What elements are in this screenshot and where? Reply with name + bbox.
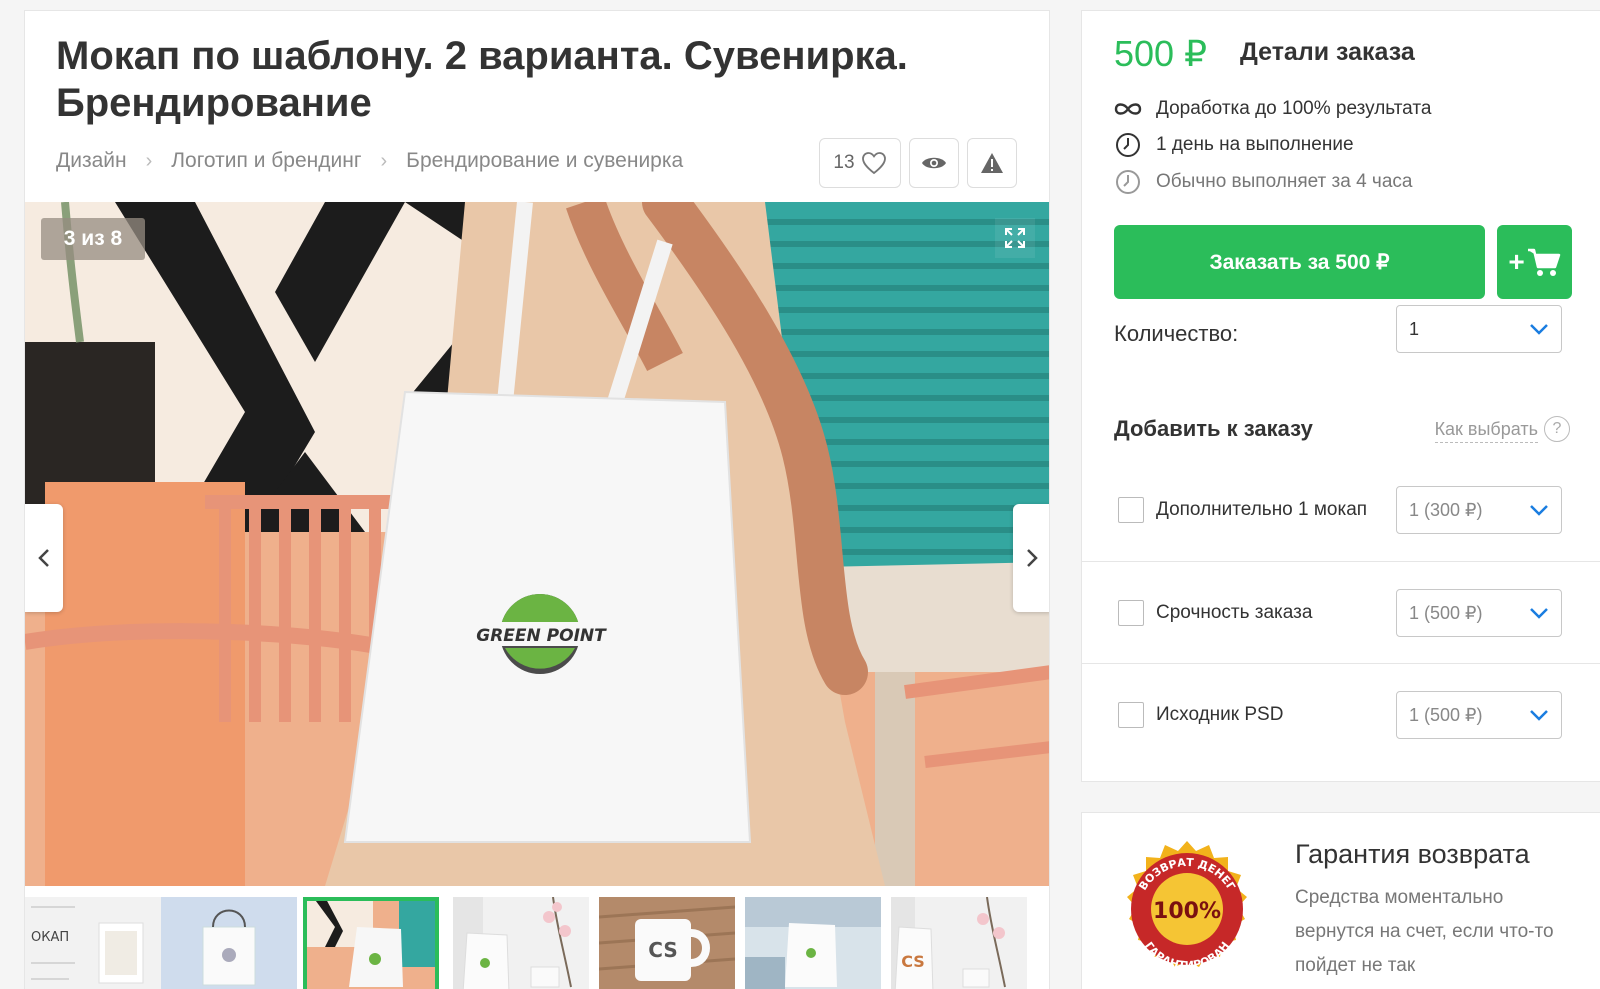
thumbnail-text: ОКАП <box>31 930 69 945</box>
chevron-down-icon <box>1530 324 1548 335</box>
thumbnail[interactable]: CS <box>891 897 1027 989</box>
addon-select-value: 1 (500 ₽) <box>1409 704 1483 725</box>
report-button[interactable] <box>967 138 1017 188</box>
like-button[interactable]: 13 <box>819 138 901 188</box>
product-image: GREEN POINT <box>25 202 1049 886</box>
listing-actions: 13 <box>819 138 1017 188</box>
addon-label: Дополнительно 1 мокап <box>1156 499 1368 520</box>
addons-title: Добавить к заказу <box>1114 416 1313 441</box>
how-to-choose-link[interactable]: Как выбрать <box>1434 419 1538 443</box>
feature-text: 1 день на выполнение <box>1156 134 1354 155</box>
eye-icon <box>922 157 946 169</box>
guarantee-text: Средства моментально вернутся на счет, е… <box>1295 887 1554 976</box>
thumbnail-image <box>453 897 589 989</box>
money-back-seal-icon: ВОЗВРАТ ДЕНЕГ 100% ГАРАНТИРОВАН <box>1127 841 1247 972</box>
addon-checkbox[interactable] <box>1118 702 1144 728</box>
heart-icon <box>861 152 886 175</box>
thumbnail[interactable]: ОКАП <box>25 897 161 989</box>
thumbnail[interactable] <box>453 897 589 989</box>
thumbnail-strip: ОКАП CS CS <box>25 897 1049 989</box>
clock-icon <box>1114 131 1142 159</box>
cart-icon <box>1527 248 1560 276</box>
expand-icon <box>1005 228 1025 248</box>
chevron-right-icon: › <box>380 149 388 172</box>
seal-center-text: 100% <box>1153 899 1221 924</box>
thumbnail[interactable] <box>161 897 297 989</box>
addon-label: Срочность заказа <box>1156 602 1313 623</box>
listing-card: Мокап по шаблону. 2 варианта. Сувенирка.… <box>24 10 1050 989</box>
quantity-label: Количество: <box>1114 321 1239 346</box>
thumbnail-image <box>303 897 439 989</box>
chevron-down-icon <box>1530 505 1548 516</box>
chevron-down-icon <box>1530 710 1548 721</box>
order-button[interactable]: Заказать за 500 ₽ <box>1114 225 1485 299</box>
addon-select[interactable]: 1 (300 ₽) <box>1396 486 1562 534</box>
guarantee-card: ВОЗВРАТ ДЕНЕГ 100% ГАРАНТИРОВАН Гарантия… <box>1081 812 1600 989</box>
thumbnail-image: ОКАП <box>25 897 161 989</box>
breadcrumb-item-branding[interactable]: Брендирование и сувенирка <box>406 149 683 173</box>
thumbnail-text: CS <box>648 938 677 962</box>
breadcrumb-item-design[interactable]: Дизайн <box>56 149 127 173</box>
plus-sign: + <box>1508 246 1525 277</box>
thumbnail-text: CS <box>901 952 925 971</box>
image-counter: 3 из 8 <box>41 218 145 260</box>
order-card: 500 ₽ Детали заказа Доработка до 100% ре… <box>1081 10 1600 782</box>
addon-row-extra-mockup: Дополнительно 1 мокап 1 (300 ₽) <box>1082 459 1600 561</box>
chevron-right-icon: › <box>145 149 153 172</box>
feature-text: Доработка до 100% результата <box>1156 98 1432 119</box>
breadcrumb: Дизайн › Логотип и брендинг › Брендирова… <box>56 149 683 173</box>
clock-icon <box>1114 168 1142 196</box>
order-details-title: Детали заказа <box>1240 38 1415 66</box>
warning-icon <box>981 153 1003 173</box>
price: 500 ₽ <box>1114 33 1207 74</box>
fullscreen-button[interactable] <box>995 218 1035 258</box>
help-icon[interactable]: ? <box>1544 416 1570 442</box>
gallery-next-button[interactable] <box>1013 504 1049 612</box>
chevron-down-icon <box>1530 608 1548 619</box>
thumbnail-image <box>745 897 881 989</box>
page-title: Мокап по шаблону. 2 варианта. Сувенирка.… <box>56 34 908 125</box>
guarantee-title: Гарантия возврата <box>1295 839 1530 869</box>
chevron-right-icon <box>1027 549 1038 567</box>
thumbnail-image <box>161 897 297 989</box>
quantity-value: 1 <box>1409 318 1420 339</box>
add-to-cart-button[interactable]: + <box>1497 225 1572 299</box>
addon-select[interactable]: 1 (500 ₽) <box>1396 691 1562 739</box>
thumbnail-image: CS <box>891 897 1027 989</box>
addon-checkbox[interactable] <box>1118 497 1144 523</box>
feature-text: Обычно выполняет за 4 часа <box>1156 171 1413 192</box>
gallery-prev-button[interactable] <box>25 504 63 612</box>
addon-select-value: 1 (500 ₽) <box>1409 602 1483 623</box>
bag-logo-text: GREEN POINT <box>476 626 607 646</box>
thumbnail-image: CS <box>599 897 735 989</box>
addon-checkbox[interactable] <box>1118 600 1144 626</box>
thumbnail[interactable] <box>745 897 881 989</box>
chevron-left-icon <box>38 549 49 567</box>
feature-usual-time: Обычно выполняет за 4 часа <box>1114 168 1412 196</box>
addon-row-urgency: Срочность заказа 1 (500 ₽) <box>1082 561 1600 663</box>
thumbnail[interactable]: CS <box>599 897 735 989</box>
addon-select-value: 1 (300 ₽) <box>1409 499 1483 520</box>
addon-row-psd: Исходник PSD 1 (500 ₽) <box>1082 663 1600 765</box>
breadcrumb-item-logo[interactable]: Логотип и брендинг <box>171 149 361 173</box>
feature-deadline: 1 день на выполнение <box>1114 131 1354 159</box>
feature-revisions: Доработка до 100% результата <box>1114 95 1431 123</box>
quantity-select[interactable]: 1 <box>1396 305 1562 353</box>
likes-count: 13 <box>833 152 855 173</box>
product-gallery[interactable]: GREEN POINT 3 из 8 <box>25 202 1049 886</box>
infinity-icon <box>1114 95 1142 123</box>
thumbnail-active[interactable] <box>303 897 439 989</box>
addon-select[interactable]: 1 (500 ₽) <box>1396 589 1562 637</box>
addon-label: Исходник PSD <box>1156 704 1284 725</box>
watch-button[interactable] <box>909 138 959 188</box>
